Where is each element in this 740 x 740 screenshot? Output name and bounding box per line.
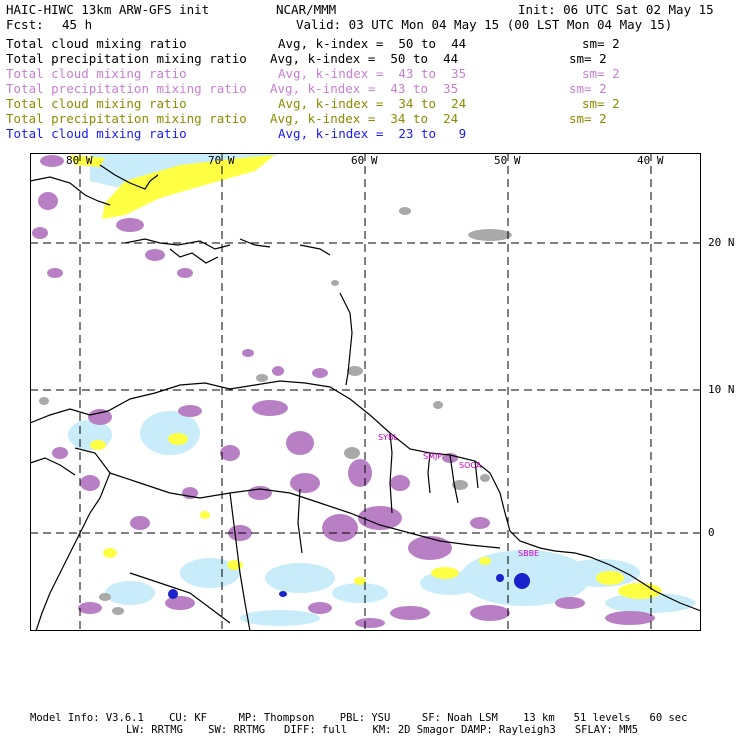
- legend-range: Avg, k-index = 50 to 44: [270, 51, 459, 66]
- legend-field: Total cloud mixing ratio: [6, 66, 187, 81]
- forecast-map: 80 W 70 W 60 W 50 W 40 W SYBL SMJP SOCA …: [30, 153, 701, 631]
- forecast-label: Fcst:: [6, 17, 44, 32]
- legend-range: Avg, k-index = 23 to 9: [278, 126, 467, 141]
- model-info-line2: LW: RRTMG SW: RRTMG DIFF: full KM: 2D Sm…: [126, 724, 639, 736]
- legend-smoothing: sm= 2: [582, 36, 620, 51]
- station-labels: SYBL SMJP SOCA SBBE: [378, 433, 539, 558]
- legend-range: Avg, k-index = 50 to 44: [278, 36, 467, 51]
- forecast-hours: 45 h: [62, 17, 93, 32]
- legend-smoothing: sm= 2: [569, 111, 607, 126]
- lon-label: 60 W: [351, 154, 378, 167]
- legend-smoothing: sm= 2: [569, 81, 607, 96]
- legend-range: Avg, k-index = 34 to 24: [278, 96, 467, 111]
- legend-row: Total cloud mixing ratio Avg, k-index = …: [6, 66, 736, 81]
- model-info-line1: Model Info: V3.6.1 CU: KF MP: Thompson P…: [30, 712, 688, 724]
- legend-row: Total cloud mixing ratio Avg, k-index = …: [6, 96, 736, 111]
- legend-field: Total cloud mixing ratio: [6, 36, 187, 51]
- legend-row: Total cloud mixing ratio Avg, k-index = …: [6, 36, 736, 51]
- lat-label: 0: [708, 526, 715, 539]
- legend-smoothing: sm= 2: [569, 51, 607, 66]
- legend-row: Total precipitation mixing ratio Avg, k-…: [6, 51, 736, 66]
- legend-smoothing: sm= 2: [582, 96, 620, 111]
- legend-field: Total precipitation mixing ratio: [6, 51, 247, 66]
- legend-row: Total cloud mixing ratio Avg, k-index = …: [6, 126, 736, 141]
- low-cloud-layer: [70, 155, 662, 599]
- station-label: SMJP: [423, 452, 442, 461]
- valid-time: Valid: 03 UTC Mon 04 May 15 (00 LST Mon …: [296, 17, 673, 32]
- legend-range: Avg, k-index = 34 to 24: [270, 111, 459, 126]
- legend-range: Avg, k-index = 43 to 35: [278, 66, 467, 81]
- lon-label: 50 W: [494, 154, 521, 167]
- lon-label: 80 W: [66, 154, 93, 167]
- legend-field: Total cloud mixing ratio: [6, 96, 187, 111]
- legend-field: Total cloud mixing ratio: [6, 126, 187, 141]
- model-title: HAIC-HIWC 13km ARW-GFS init: [6, 2, 210, 17]
- legend-smoothing: sm= 2: [582, 66, 620, 81]
- station-label: SYBL: [378, 433, 398, 442]
- lat-label: 20 N: [708, 236, 735, 249]
- station-label: SOCA: [459, 461, 482, 470]
- legend-field: Total precipitation mixing ratio: [6, 111, 247, 126]
- legend-range: Avg, k-index = 43 to 35: [270, 81, 459, 96]
- init-time: Init: 06 UTC Sat 02 May 15: [518, 2, 714, 17]
- station-label: SBBE: [518, 549, 539, 558]
- legend-row: Total precipitation mixing ratio Avg, k-…: [6, 81, 736, 96]
- lon-label: 40 W: [637, 154, 664, 167]
- lat-label: 10 N: [708, 383, 735, 396]
- legend-row: Total precipitation mixing ratio Avg, k-…: [6, 111, 736, 126]
- lon-label: 70 W: [208, 154, 235, 167]
- legend-field: Total precipitation mixing ratio: [6, 81, 247, 96]
- org-label: NCAR/MMM: [276, 2, 337, 17]
